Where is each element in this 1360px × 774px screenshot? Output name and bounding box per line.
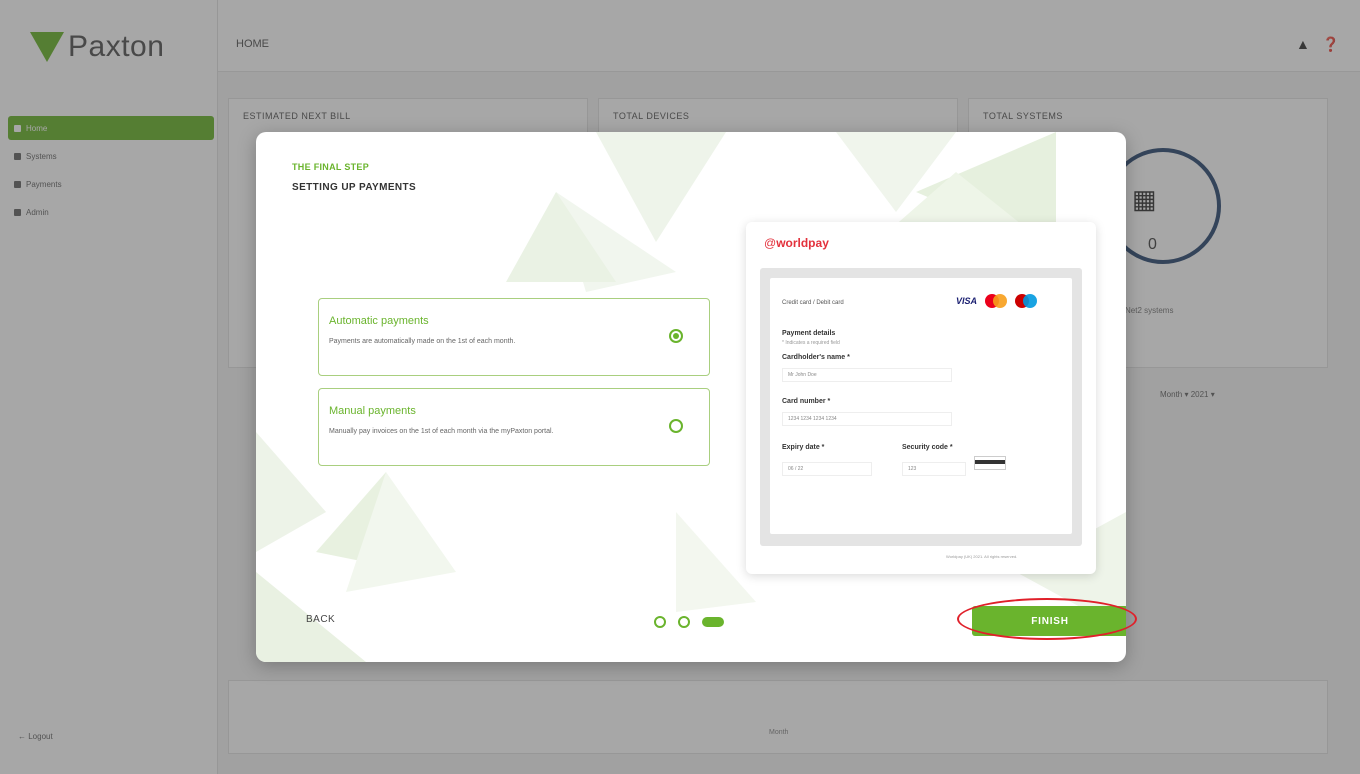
expiry-label: Expiry date *	[782, 444, 825, 451]
card-number-label: Card number *	[782, 398, 831, 405]
worldpay-logo: @worldpay	[764, 236, 829, 250]
card-logos: VISA	[956, 294, 1038, 308]
mastercard-icon	[985, 294, 1008, 308]
option-description: Manually pay invoices on the 1st of each…	[329, 428, 554, 435]
security-code-label: Security code *	[902, 444, 953, 451]
step-dot	[654, 616, 666, 628]
step-title: SETTING UP PAYMENTS	[292, 182, 417, 193]
manual-payments-option[interactable]: Manual payments Manually pay invoices on…	[318, 388, 710, 466]
worldpay-logo-text: worldpay	[776, 236, 829, 250]
step-dot	[678, 616, 690, 628]
card-number-field[interactable]: 1234 1234 1234 1234	[782, 412, 952, 426]
setup-payments-modal: THE FINAL STEP SETTING UP PAYMENTS Autom…	[256, 132, 1126, 662]
automatic-payments-radio[interactable]	[669, 329, 683, 343]
maestro-icon	[1015, 294, 1038, 308]
worldpay-footer: Worldpay (UK) 2021. All rights reserved.	[946, 554, 1018, 559]
expiry-field[interactable]: 06 / 22	[782, 462, 872, 476]
step-indicator	[654, 616, 724, 628]
card-type-label: Credit card / Debit card	[782, 300, 844, 306]
option-description: Payments are automatically made on the 1…	[329, 338, 516, 345]
manual-payments-radio[interactable]	[669, 419, 683, 433]
security-code-field[interactable]: 123	[902, 462, 966, 476]
cvv-card-icon	[974, 456, 1006, 470]
payment-details-label: Payment details	[782, 330, 836, 337]
visa-icon: VISA	[956, 296, 978, 306]
automatic-payments-option[interactable]: Automatic payments Payments are automati…	[318, 298, 710, 376]
card-form: Credit card / Debit card VISA Payment de…	[770, 278, 1072, 534]
worldpay-frame: Credit card / Debit card VISA Payment de…	[760, 268, 1082, 546]
back-button[interactable]: BACK	[306, 614, 335, 625]
option-title: Automatic payments	[329, 315, 429, 327]
required-note: * Indicates a required field	[782, 340, 840, 346]
worldpay-logo-prefix: @	[764, 236, 777, 250]
cardholder-label: Cardholder's name *	[782, 354, 850, 361]
cardholder-field[interactable]: Mr John Doe	[782, 368, 952, 382]
option-title: Manual payments	[329, 405, 416, 417]
step-label: THE FINAL STEP	[292, 162, 370, 172]
worldpay-panel: @worldpay Credit card / Debit card VISA …	[746, 222, 1096, 574]
finish-highlight-annotation	[957, 598, 1137, 640]
step-dot-active	[702, 617, 724, 627]
